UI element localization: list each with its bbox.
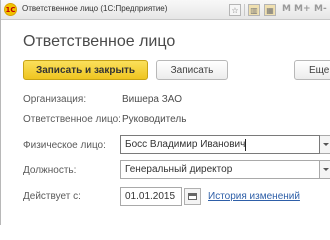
person-input[interactable]: Босс Владимир Иванович — [120, 135, 320, 154]
window-title: Ответственное лицо (1С:Предприятие) — [22, 4, 168, 13]
memory-plus-button[interactable]: M+ — [294, 4, 311, 14]
chevron-down-icon — [323, 168, 329, 171]
form-window: 1С Ответственное лицо (1С:Предприятие) ☆… — [0, 0, 330, 225]
calendar-icon — [188, 193, 197, 200]
memory-button[interactable]: M — [282, 4, 291, 14]
history-link[interactable]: История изменений — [208, 191, 300, 202]
position-dropdown-button[interactable] — [320, 160, 330, 179]
position-input-text: Генеральный директор — [125, 164, 233, 175]
valid-from-input[interactable]: 01.01.2015 — [120, 187, 182, 206]
more-button[interactable]: Еще — [294, 60, 330, 80]
position-input[interactable]: Генеральный директор — [120, 160, 320, 179]
calculator-icon[interactable]: ▦ — [264, 4, 276, 16]
valid-from-label: Действует с: — [23, 191, 81, 202]
title-bar: 1С Ответственное лицо (1С:Предприятие) ☆… — [1, 0, 330, 20]
organization-label: Организация: — [23, 94, 87, 105]
person-dropdown-button[interactable] — [320, 135, 330, 154]
save-and-close-button[interactable]: Записать и закрыть — [23, 60, 148, 80]
save-button[interactable]: Записать — [156, 60, 228, 80]
organization-value: Вишера ЗАО — [122, 94, 183, 105]
responsible-value: Руководитель — [122, 114, 187, 125]
star-icon[interactable]: ☆ — [229, 4, 241, 16]
report-icon[interactable]: ▥ — [248, 4, 260, 16]
page-title: Ответственное лицо — [23, 33, 176, 50]
valid-from-input-text: 01.01.2015 — [125, 191, 176, 202]
toolbar-divider — [244, 4, 245, 16]
person-label: Физическое лицо: — [23, 140, 106, 151]
chevron-down-icon — [323, 143, 329, 146]
position-label: Должность: — [23, 165, 77, 176]
responsible-label: Ответственное лицо: — [23, 114, 121, 125]
memory-minus-button[interactable]: M- — [314, 4, 327, 14]
app-logo-icon[interactable]: 1С — [4, 3, 17, 16]
calendar-button[interactable] — [184, 188, 201, 205]
person-input-text: Босс Владимир Иванович — [125, 139, 246, 150]
text-caret — [245, 138, 247, 151]
